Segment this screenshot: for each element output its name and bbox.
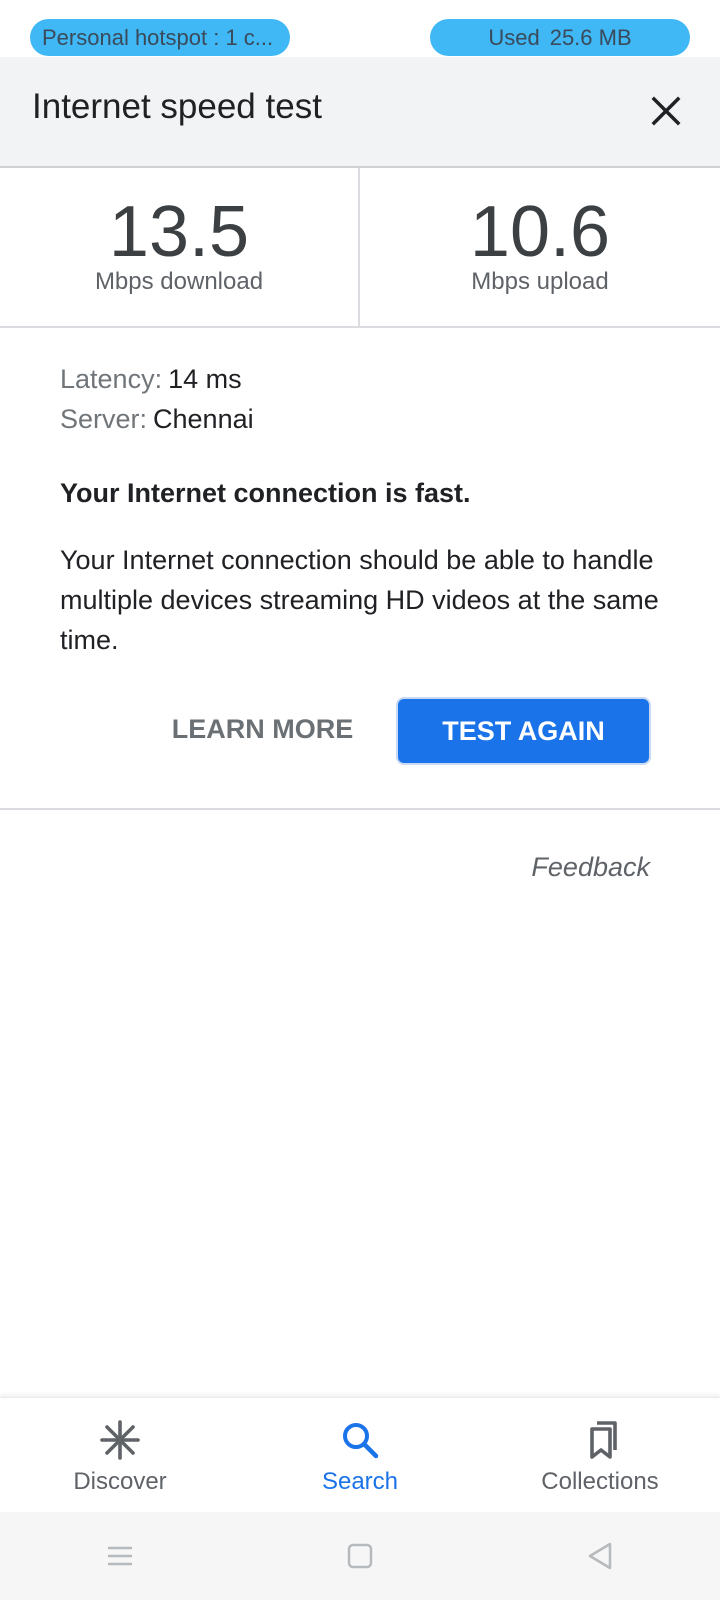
nav-discover[interactable]: Discover [0,1398,240,1513]
upload-result: 10.6 Mbps upload [360,168,720,326]
search-icon [338,1418,382,1462]
header: Internet speed test [0,57,720,168]
system-back-button[interactable] [480,1512,720,1600]
nav-search[interactable]: Search [240,1398,480,1513]
latency-label: Latency: [60,364,163,394]
nav-discover-label: Discover [73,1468,167,1495]
page-title: Internet speed test [32,87,322,126]
speed-test-screen: Personal hotspot : 1 c... Used 25.6 MB In… [0,0,720,1600]
download-speed-value: 13.5 [108,192,250,272]
close-icon [651,96,681,126]
upload-speed-value: 10.6 [469,192,611,272]
nav-collections[interactable]: Collections [480,1398,720,1513]
result-details: Latency: 14 ms Server: Chennai Your Intern… [0,328,720,810]
feedback-link[interactable]: Feedback [510,852,650,883]
speed-results: 13.5 Mbps download 10.6 Mbps upload [0,168,720,328]
system-menu-button[interactable] [0,1512,240,1600]
hotspot-status-text: Personal hotspot : 1 c... [42,25,274,50]
menu-icon [108,1546,132,1566]
download-speed-unit: Mbps download [94,268,264,295]
download-result: 13.5 Mbps download [0,168,360,326]
asterisk-icon [98,1418,142,1462]
test-again-button[interactable]: TEST AGAIN [396,697,651,765]
server-line: Server: Chennai [60,404,254,435]
close-button[interactable] [640,85,692,137]
speed-description: Your Internet connection should be able … [60,545,659,655]
server-value: Chennai [153,404,254,434]
bookmarks-icon [578,1418,622,1462]
speed-verdict: Your Internet connection is fast. [60,478,471,508]
learn-more-button[interactable]: LEARN MORE [170,696,355,762]
server-label: Server: [60,404,148,434]
home-square-icon [347,1543,373,1569]
system-navigation-bar [0,1512,720,1600]
latency-value: 14 ms [168,364,242,394]
status-strip: Personal hotspot : 1 c... Used 25.6 MB [0,0,720,57]
nav-search-label: Search [321,1468,399,1495]
latency-line: Latency: 14 ms [60,364,242,395]
nav-collections-label: Collections [541,1468,659,1495]
system-home-button[interactable] [240,1512,480,1600]
upload-speed-unit: Mbps upload [471,268,609,295]
data-used-pill[interactable]: Used 25.6 MB [430,19,690,56]
data-used-label: Used [488,25,540,50]
bottom-navigation: Discover Search Collections [0,1397,720,1513]
hotspot-status-pill[interactable]: Personal hotspot : 1 c... [30,19,290,56]
data-used-value: 25.6 MB [549,25,632,50]
back-triangle-icon [588,1542,612,1570]
